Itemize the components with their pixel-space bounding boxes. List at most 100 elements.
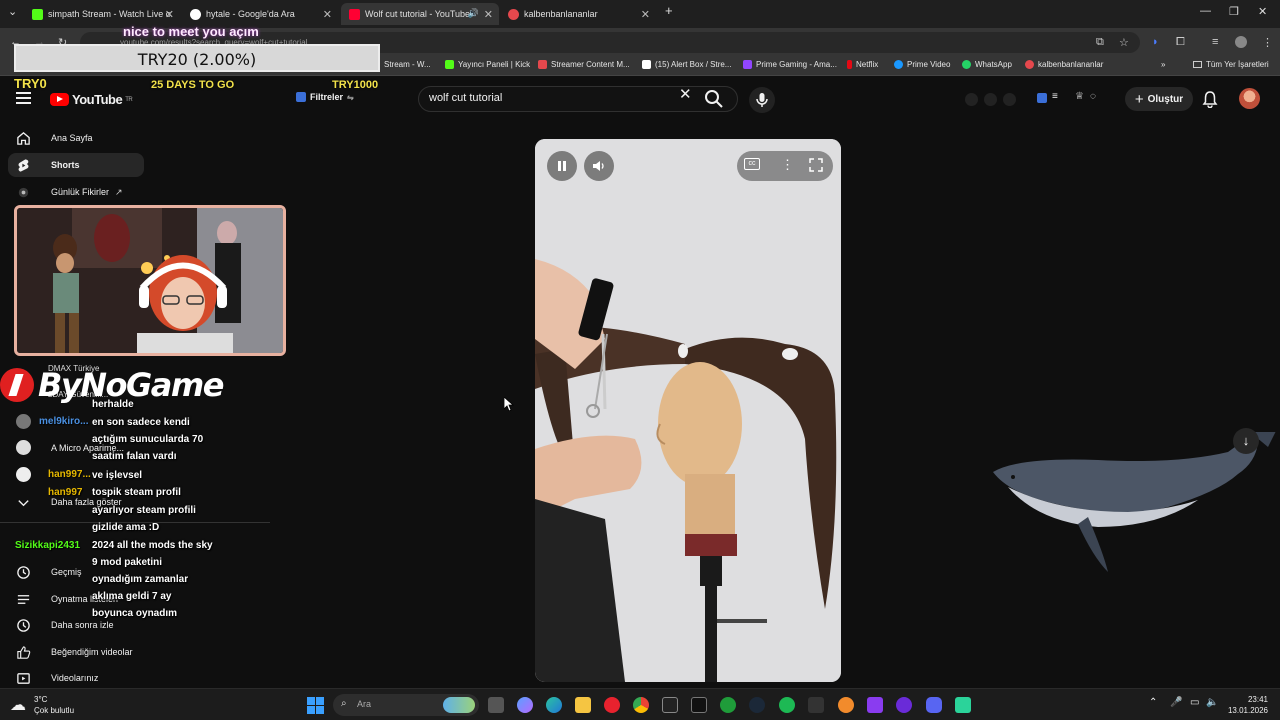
profile-avatar-icon[interactable] (1235, 36, 1247, 48)
tab-youtube[interactable]: Wolf cut tutorial - YouTube 🔊 ✕ (341, 3, 499, 25)
captions-icon[interactable]: cc (744, 158, 760, 170)
account-avatar[interactable] (1239, 88, 1260, 109)
tts-message: nice to meet you açım (123, 24, 259, 39)
fullscreen-icon[interactable] (809, 158, 823, 172)
list-toggle-icon[interactable]: ≡ (1052, 91, 1058, 102)
history-icon (17, 565, 30, 579)
more-options-icon[interactable]: ⋮ (781, 157, 794, 173)
new-tab-button[interactable]: + (665, 3, 673, 18)
channel-avatar[interactable] (16, 467, 31, 482)
bookmark-item[interactable]: WhatsApp (962, 60, 1012, 69)
bookmark-item[interactable]: Prime Gaming - Ama... (743, 60, 837, 69)
epic-games-icon[interactable] (662, 697, 678, 713)
hamburger-menu-icon[interactable] (16, 92, 31, 104)
clear-search-icon[interactable]: ✕ (679, 85, 692, 103)
install-app-icon[interactable]: ⧉ (1096, 36, 1104, 49)
sidebar-item-home[interactable]: Ana Sayfa (8, 126, 144, 150)
channel-avatar[interactable] (16, 414, 31, 429)
create-button[interactable]: + Oluştur (1125, 87, 1193, 111)
tab-kick-stream[interactable]: simpath Stream - Watch Live o ✕ (24, 3, 180, 25)
app-icon[interactable] (955, 697, 971, 713)
file-explorer-icon[interactable] (575, 697, 591, 713)
task-view-icon[interactable] (488, 697, 504, 713)
google-favicon-icon (190, 8, 201, 20)
extension-icon[interactable] (1037, 93, 1047, 103)
bookmark-item[interactable]: (15) Alert Box / Stre... (642, 60, 731, 69)
maximize-icon[interactable]: ❐ (1229, 5, 1239, 18)
sidebar-item-your-videos[interactable]: Videolarınız (8, 666, 144, 690)
spotify-icon[interactable] (779, 697, 795, 713)
bookmark-item[interactable]: Prime Video (894, 60, 950, 69)
close-tab-icon[interactable]: ✕ (641, 8, 650, 21)
extension-dot-icon[interactable] (984, 93, 997, 106)
steam-icon[interactable] (749, 697, 765, 713)
notifications-bell-icon[interactable] (1201, 90, 1219, 108)
bookmark-star-icon[interactable]: ☆ (1119, 36, 1129, 49)
extensions-puzzle-icon[interactable]: ⧠ (1176, 36, 1185, 49)
chat-message: herhalde (92, 399, 134, 410)
discord-icon[interactable] (926, 697, 942, 713)
edge-icon[interactable] (546, 697, 562, 713)
app-icon[interactable] (867, 697, 883, 713)
bookmark-item[interactable]: Yayıncı Paneli | Kick (445, 60, 530, 69)
tab-search-chevron-icon[interactable]: ⌄ (8, 5, 17, 18)
opera-icon[interactable] (604, 697, 620, 713)
search-icon: ⌕ (341, 698, 347, 709)
amazon-games-icon[interactable] (691, 697, 707, 713)
app-icon[interactable] (838, 697, 854, 713)
app-icon[interactable] (896, 697, 912, 713)
tab-kalbenbanlananlar[interactable]: kalbenbanlananlar ✕ (500, 3, 656, 25)
chat-username: han997 (48, 487, 83, 498)
extension-icon[interactable]: ◗ (1152, 36, 1159, 48)
taskbar-search[interactable]: ⌕ Ara (333, 694, 479, 716)
shorts-video-player[interactable] (535, 139, 841, 682)
bookmark-item[interactable]: kalbenbanlananlar (1025, 60, 1103, 69)
speaker-icon[interactable]: 🔈 (1206, 697, 1218, 708)
minimize-icon[interactable]: — (1200, 5, 1211, 17)
bookmark-item[interactable]: Streamer Content M... (538, 60, 630, 69)
weather-description: Çok bulutlu (34, 706, 75, 715)
close-tab-icon[interactable]: ✕ (484, 8, 493, 21)
chrome-menu-icon[interactable]: ⋮ (1262, 36, 1273, 49)
bookmark-item[interactable]: Stream - W... (384, 60, 431, 69)
create-label: Oluştur (1147, 93, 1184, 105)
donation-goal-bar: TRY20 (2.00%) (14, 44, 380, 72)
network-icon[interactable]: ▭ (1190, 697, 1199, 708)
audio-playing-icon[interactable]: 🔊 (468, 8, 479, 19)
close-tab-icon[interactable]: ✕ (165, 8, 174, 21)
close-tab-icon[interactable]: ✕ (323, 8, 332, 21)
sidebar-item-liked-videos[interactable]: Beğendiğim videolar (8, 640, 144, 664)
copilot-icon[interactable] (517, 697, 533, 713)
extension-dot-icon[interactable] (1003, 93, 1016, 106)
filters-button[interactable]: Filtreler ⇋ (296, 92, 354, 102)
video-frame (535, 139, 841, 682)
whale-overlay-image (993, 432, 1276, 572)
chat-bubble-icon[interactable]: ◌ (1090, 91, 1096, 102)
app-icon[interactable] (808, 697, 824, 713)
chrome-icon[interactable] (633, 697, 649, 713)
sidebar-item-daily-ideas[interactable]: Günlük Fikirler ↗ (8, 180, 144, 204)
show-hidden-icons-icon[interactable]: ⌃ (1149, 697, 1157, 708)
voice-search-button[interactable] (749, 87, 775, 113)
reading-list-icon[interactable]: ≡ (1212, 36, 1218, 48)
pause-button[interactable] (547, 151, 577, 181)
taskbar-clock[interactable]: 23:41 13.01.2026 (1226, 694, 1268, 716)
bookmark-item[interactable]: Netflix (847, 60, 878, 69)
xbox-icon[interactable] (720, 697, 736, 713)
close-window-icon[interactable]: ✕ (1258, 5, 1267, 18)
extension-dot-icon[interactable] (965, 93, 978, 106)
microphone-tray-icon[interactable]: 🎤 (1170, 697, 1182, 708)
chat-message: 9 mod paketini (92, 557, 163, 568)
all-bookmarks-folder[interactable]: Tüm Yer İşaretleri (1193, 60, 1269, 69)
scroll-down-button[interactable]: ↓ (1233, 428, 1259, 454)
youtube-logo[interactable]: YouTube TR (50, 92, 133, 107)
weather-widget[interactable]: 3°C Çok bulutlu (34, 694, 74, 716)
more-bookmarks-icon[interactable]: » (1161, 60, 1165, 69)
search-input[interactable] (429, 92, 669, 104)
sidebar-item-shorts[interactable]: Shorts (8, 153, 144, 177)
volume-button[interactable] (584, 151, 614, 181)
trophy-icon[interactable]: ♕ (1075, 91, 1084, 102)
windows-start-icon[interactable] (307, 697, 324, 714)
search-icon[interactable] (704, 89, 724, 109)
tab-google-search[interactable]: hytale - Google'da Ara ✕ (182, 3, 338, 25)
